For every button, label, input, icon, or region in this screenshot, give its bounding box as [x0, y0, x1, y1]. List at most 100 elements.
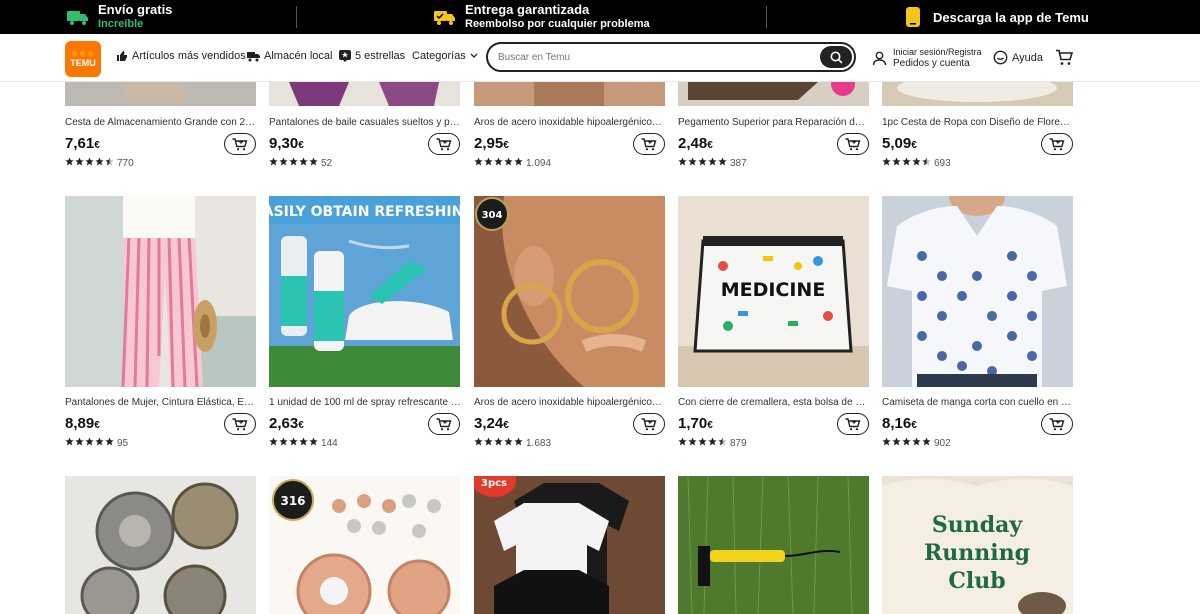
- add-to-cart-icon: [641, 417, 657, 430]
- product-image[interactable]: [269, 82, 460, 106]
- product-image[interactable]: 304: [474, 196, 665, 387]
- add-to-cart-button[interactable]: [837, 133, 869, 155]
- add-to-cart-icon: [845, 137, 861, 150]
- add-to-cart-button[interactable]: [837, 413, 869, 435]
- product-price: 2,63€: [269, 415, 304, 432]
- product-name[interactable]: Pegamento Superior para Reparación de Z.…: [678, 117, 870, 128]
- product-name[interactable]: Con cierre de cremallera, esta bolsa de …: [678, 397, 870, 408]
- star-icon: [474, 157, 483, 169]
- product-image[interactable]: [882, 82, 1073, 106]
- product-name[interactable]: 1 unidad de 100 ml de spray refrescante …: [269, 397, 461, 408]
- product-image[interactable]: 316: [269, 476, 460, 614]
- star-icon: [309, 437, 318, 449]
- star-icon: [922, 437, 931, 449]
- product-name[interactable]: Camiseta de manga corta con cuello en V,…: [882, 397, 1074, 408]
- star-icon: [698, 437, 707, 449]
- star-badge-icon: [339, 50, 351, 62]
- nav-categories[interactable]: Categorías: [412, 50, 478, 62]
- product-image[interactable]: [474, 82, 665, 106]
- product-image[interactable]: 3pcs: [474, 476, 665, 614]
- product-image[interactable]: EASILY OBTAIN REFRESHING: [269, 196, 460, 387]
- account-menu[interactable]: Iniciar sesión/Registra Pedidos y cuenta: [872, 46, 982, 70]
- product-rating: 52: [269, 157, 332, 169]
- star-icon: [882, 437, 891, 449]
- add-to-cart-icon: [845, 417, 861, 430]
- review-count: 770: [117, 157, 134, 169]
- promo-free-shipping[interactable]: Envío gratis Increíble: [66, 0, 172, 34]
- star-icon: [892, 437, 901, 449]
- star-icon: [718, 157, 727, 169]
- star-icon: [65, 437, 74, 449]
- search-input[interactable]: [498, 51, 798, 63]
- star-icon: [902, 157, 911, 169]
- free-shipping-sub: Increíble: [98, 18, 144, 30]
- product-rating: 1.094: [474, 157, 551, 169]
- product-name[interactable]: Aros de acero inoxidable hipoalergénicos…: [474, 397, 666, 408]
- star-icon: [85, 157, 94, 169]
- product-image[interactable]: [65, 82, 256, 106]
- add-to-cart-button[interactable]: [428, 413, 460, 435]
- product-price: 5,09€: [882, 135, 917, 152]
- product-name[interactable]: 1pc Cesta de Ropa con Diseño de Flores y…: [882, 117, 1074, 128]
- price-value: 3,24: [474, 415, 504, 432]
- price-value: 2,48: [678, 135, 708, 152]
- star-icon: [474, 437, 483, 449]
- promo-app-download[interactable]: Descarga la app de Temu: [905, 0, 1089, 34]
- star-icon: [912, 157, 921, 169]
- product-rating: 95: [65, 437, 128, 449]
- nav-label: Artículos más vendidos: [132, 50, 246, 62]
- nav-local-warehouse[interactable]: Almacén local: [247, 50, 332, 62]
- price-currency: €: [298, 420, 304, 431]
- price-value: 5,09: [882, 135, 912, 152]
- price-currency: €: [503, 420, 509, 431]
- price-value: 9,30: [269, 135, 299, 152]
- product-image[interactable]: Sunday Running Club: [882, 476, 1073, 614]
- add-to-cart-icon: [232, 137, 248, 150]
- product-rating: 693: [882, 157, 951, 169]
- pack-badge-text: 3pcs: [481, 478, 507, 489]
- product-image[interactable]: [65, 476, 256, 614]
- temu-logo[interactable]: 🔶🔶🔶 TEMU: [65, 41, 101, 77]
- star-icon: [902, 437, 911, 449]
- star-icon: [708, 157, 717, 169]
- add-to-cart-button[interactable]: [224, 413, 256, 435]
- help-link[interactable]: Ayuda: [993, 50, 1043, 65]
- star-icon: [504, 437, 513, 449]
- product-image[interactable]: [882, 196, 1073, 387]
- promo-delivery[interactable]: Entrega garantizada Reembolso por cualqu…: [433, 0, 650, 34]
- account-orders-label: Pedidos y cuenta: [893, 58, 970, 69]
- price-value: 7,61: [65, 135, 95, 152]
- add-to-cart-button[interactable]: [633, 413, 665, 435]
- product-rating: 902: [882, 437, 951, 449]
- nav-five-stars[interactable]: 5 estrellas: [339, 50, 405, 62]
- search-button[interactable]: [820, 46, 852, 68]
- product-image[interactable]: [678, 476, 869, 614]
- product-name[interactable]: Cesta de Almacenamiento Grande con 24 ..…: [65, 117, 257, 128]
- nav-best-sellers[interactable]: Artículos más vendidos: [116, 50, 246, 62]
- product-name[interactable]: Aros de acero inoxidable hipoalergénicos…: [474, 117, 666, 128]
- cart-icon: [1056, 49, 1074, 65]
- product-image[interactable]: [678, 82, 869, 106]
- star-icon: [289, 437, 298, 449]
- product-name[interactable]: Pantalones de baile casuales sueltos y p…: [269, 117, 461, 128]
- nav-label: 5 estrellas: [355, 50, 406, 62]
- review-count: 1.094: [526, 157, 552, 169]
- price-value: 2,63: [269, 415, 299, 432]
- search-icon: [830, 51, 843, 64]
- star-icon: [514, 157, 523, 169]
- cart-button[interactable]: [1055, 49, 1074, 71]
- chevron-down-icon: [470, 53, 478, 58]
- product-image[interactable]: [65, 196, 256, 387]
- add-to-cart-button[interactable]: [224, 133, 256, 155]
- add-to-cart-button[interactable]: [1041, 413, 1073, 435]
- add-to-cart-button[interactable]: [1041, 133, 1073, 155]
- nav-label: Categorías: [412, 50, 466, 62]
- add-to-cart-button[interactable]: [428, 133, 460, 155]
- add-to-cart-button[interactable]: [633, 133, 665, 155]
- product-image[interactable]: MEDICINE: [678, 196, 869, 387]
- help-chat-icon: [993, 50, 1008, 65]
- product-name[interactable]: Pantalones de Mujer, Cintura Elástica, E…: [65, 397, 257, 408]
- product-price: 1,70€: [678, 415, 713, 432]
- product-rating: 879: [678, 437, 747, 449]
- star-icon: [85, 437, 94, 449]
